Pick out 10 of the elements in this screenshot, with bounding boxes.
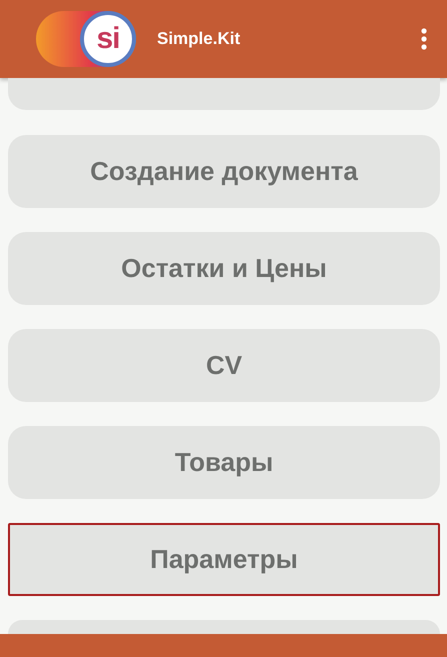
menu-button[interactable]: CV bbox=[8, 329, 440, 402]
menu-icon[interactable] bbox=[421, 28, 427, 50]
app-title: Simple.Kit bbox=[157, 29, 240, 49]
menu-button[interactable] bbox=[8, 620, 440, 634]
logo-text: si bbox=[80, 11, 136, 67]
menu-button[interactable]: Параметры bbox=[8, 523, 440, 596]
menu-button[interactable]: Товары bbox=[8, 426, 440, 499]
menu-button[interactable]: Остатки и Цены bbox=[8, 232, 440, 305]
menu-button[interactable]: Создание документа bbox=[8, 135, 440, 208]
menu-button[interactable] bbox=[8, 78, 440, 110]
